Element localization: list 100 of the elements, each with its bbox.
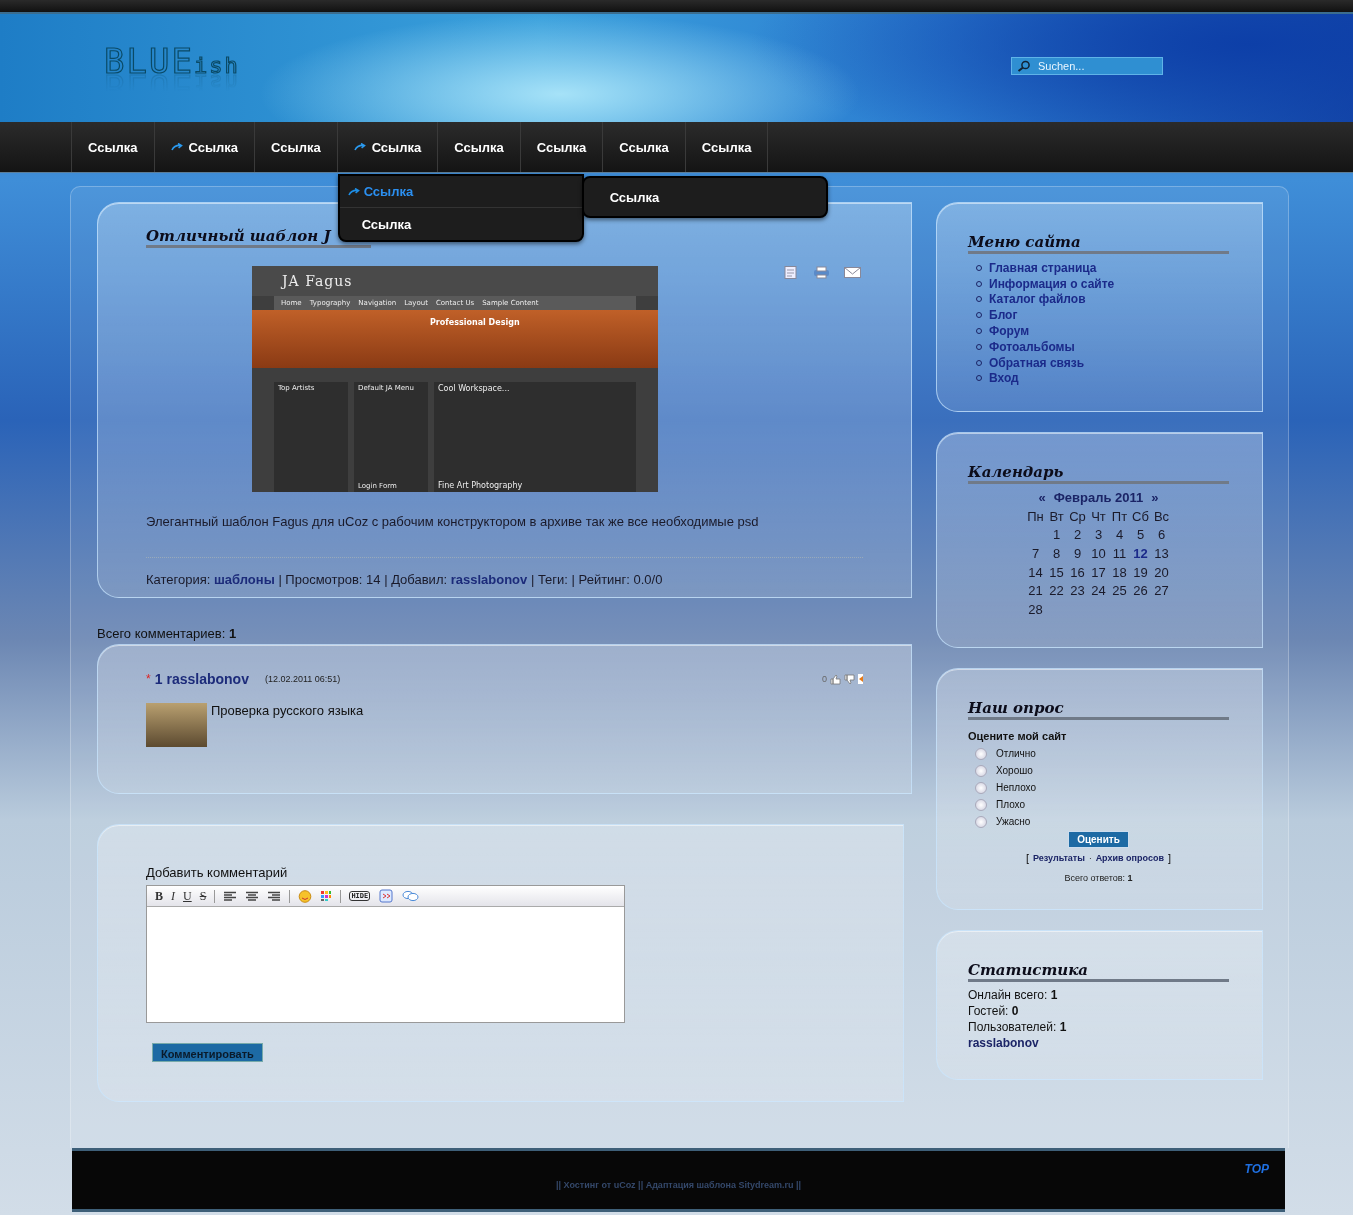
smiley-icon[interactable] <box>298 889 313 903</box>
calendar-day[interactable]: 16 <box>1067 562 1088 582</box>
nav-link[interactable]: Ссылка <box>337 122 439 172</box>
calendar-day[interactable]: 21 <box>1025 581 1046 600</box>
nav-link[interactable]: Ссылка <box>520 122 604 172</box>
scroll-icon[interactable] <box>378 889 395 903</box>
comment-submit-button[interactable]: Комментировать <box>152 1043 263 1062</box>
strikethrough-button[interactable]: S <box>199 888 207 904</box>
bold-button[interactable]: B <box>155 888 163 904</box>
calendar-day[interactable]: 10 <box>1088 544 1109 563</box>
calendar-day[interactable]: 12 <box>1130 544 1151 563</box>
user-link[interactable]: rasslabonov <box>968 1036 1039 1050</box>
color-grid-icon[interactable] <box>320 890 333 902</box>
printer-icon[interactable] <box>813 266 830 279</box>
option-label: Ужасно <box>996 816 1031 827</box>
page-icon[interactable] <box>782 266 799 279</box>
menu-link[interactable]: Обратная связь <box>989 355 1085 370</box>
poll-total: Всего ответов: 1 <box>1063 873 1134 883</box>
align-right-icon[interactable] <box>267 890 282 902</box>
calendar-day[interactable]: 8 <box>1046 544 1067 563</box>
results-link[interactable]: Результаты <box>1033 853 1085 863</box>
radio-button[interactable] <box>975 781 987 794</box>
option-label: Хорошо <box>996 765 1033 776</box>
menu-link[interactable]: Форум <box>989 324 1030 339</box>
menu-link[interactable]: Блог <box>989 308 1018 323</box>
calendar-day[interactable]: 24 <box>1088 581 1109 600</box>
radio-button[interactable] <box>975 764 987 777</box>
radio-button[interactable] <box>975 747 987 760</box>
separator: · <box>1088 853 1092 863</box>
nav-link[interactable]: Ссылка <box>603 122 686 172</box>
vote-button[interactable]: Оценить <box>1068 831 1129 848</box>
search-field[interactable]: Suchen... <box>1011 57 1163 75</box>
calendar-day[interactable]: 3 <box>1088 525 1109 545</box>
month-title: Февраль 2011 <box>1053 490 1144 505</box>
calendar-day[interactable]: 11 <box>1109 544 1130 563</box>
comment-author-link[interactable]: rasslabonov <box>166 671 249 687</box>
weekday-label: Чт <box>1090 507 1107 526</box>
nav-link[interactable]: Ссылка <box>154 122 256 172</box>
calendar-day[interactable]: 15 <box>1046 562 1067 582</box>
calendar-day[interactable]: 5 <box>1130 525 1151 545</box>
nav-link[interactable]: Ссылка <box>255 122 338 172</box>
calendar-day[interactable]: 14 <box>1025 562 1046 582</box>
stats-line: Пользователей: 1 <box>968 1020 1068 1036</box>
arrow-icon <box>170 143 183 151</box>
comment-text: Проверка русского языка <box>211 703 364 720</box>
nav-link[interactable]: Ссылка <box>438 122 521 172</box>
radio-button[interactable] <box>975 815 987 828</box>
align-center-icon[interactable] <box>245 890 260 902</box>
calendar-day[interactable]: 25 <box>1109 581 1130 600</box>
calendar-day[interactable]: 19 <box>1130 562 1151 582</box>
calendar-day[interactable]: 7 <box>1025 544 1046 563</box>
nav-link[interactable]: Ссылка <box>72 122 155 172</box>
comment-count: Всего комментариев: 1 <box>97 626 238 641</box>
calendar-day[interactable]: 28 <box>1025 599 1046 619</box>
menu-link[interactable]: Каталог файлов <box>989 292 1086 307</box>
search-icon <box>1017 60 1031 72</box>
stats-line: Онлайн всего: 1 <box>968 988 1059 1004</box>
thumbs-up-icon[interactable] <box>830 673 841 685</box>
calendar-day[interactable]: 20 <box>1151 562 1172 582</box>
top-link[interactable]: TOP <box>1244 1162 1269 1176</box>
calendar-day[interactable]: 22 <box>1046 581 1067 600</box>
archive-link[interactable]: Архив опросов <box>1095 853 1164 863</box>
poll-question: Оцените мой сайт <box>968 730 1068 742</box>
menu-link[interactable]: Информация о сайте <box>989 276 1115 291</box>
calendar-day[interactable]: 17 <box>1088 562 1109 582</box>
menu-link[interactable]: Главная страница <box>989 260 1097 275</box>
previous-month-link[interactable]: « <box>1038 490 1046 505</box>
underline-button[interactable]: U <box>183 888 192 904</box>
menu-link[interactable]: Вход <box>989 371 1019 386</box>
marker-icon[interactable] <box>858 674 863 684</box>
radio-button[interactable] <box>975 798 987 811</box>
envelope-icon[interactable] <box>844 266 861 279</box>
option-label: Отлично <box>996 748 1036 759</box>
align-left-icon[interactable] <box>223 890 238 902</box>
calendar-day[interactable]: 6 <box>1151 525 1172 545</box>
calendar-day[interactable]: 23 <box>1067 581 1088 600</box>
comment-rating: 0 <box>822 674 827 684</box>
calendar-day[interactable]: 1 <box>1046 525 1067 545</box>
calendar-day[interactable]: 26 <box>1130 581 1151 600</box>
calendar-day[interactable]: 13 <box>1151 544 1172 563</box>
footer-credits: || Хостинг от uCoz || Адаптация шаблона Sitydream.ru || <box>555 1180 802 1190</box>
calendar-day[interactable]: 18 <box>1109 562 1130 582</box>
thumbs-down-icon[interactable] <box>844 673 855 685</box>
calendar-day[interactable]: 9 <box>1067 544 1088 563</box>
bracket: ] <box>1167 852 1171 864</box>
calendar-day[interactable]: 27 <box>1151 581 1172 600</box>
next-month-link[interactable]: » <box>1151 490 1159 505</box>
calendar-day[interactable]: 2 <box>1067 525 1088 545</box>
category-link[interactable]: шаблоны <box>214 572 275 587</box>
arrow-icon <box>347 187 360 196</box>
menu-link[interactable]: Фотоальбомы <box>989 339 1075 354</box>
option-label: Неплохо <box>996 782 1037 793</box>
preview-article-title: Fine Art Photography <box>437 480 524 492</box>
menu-item[interactable]: Ссылка <box>583 178 826 216</box>
nav-link[interactable]: Ссылка <box>685 122 769 172</box>
menu-item[interactable]: Ссылка <box>339 176 582 208</box>
author-link[interactable]: rasslabonov <box>450 572 528 587</box>
italic-button[interactable]: I <box>171 888 175 904</box>
calendar-day[interactable]: 4 <box>1109 525 1130 545</box>
speech-bubbles-icon[interactable] <box>402 889 420 903</box>
